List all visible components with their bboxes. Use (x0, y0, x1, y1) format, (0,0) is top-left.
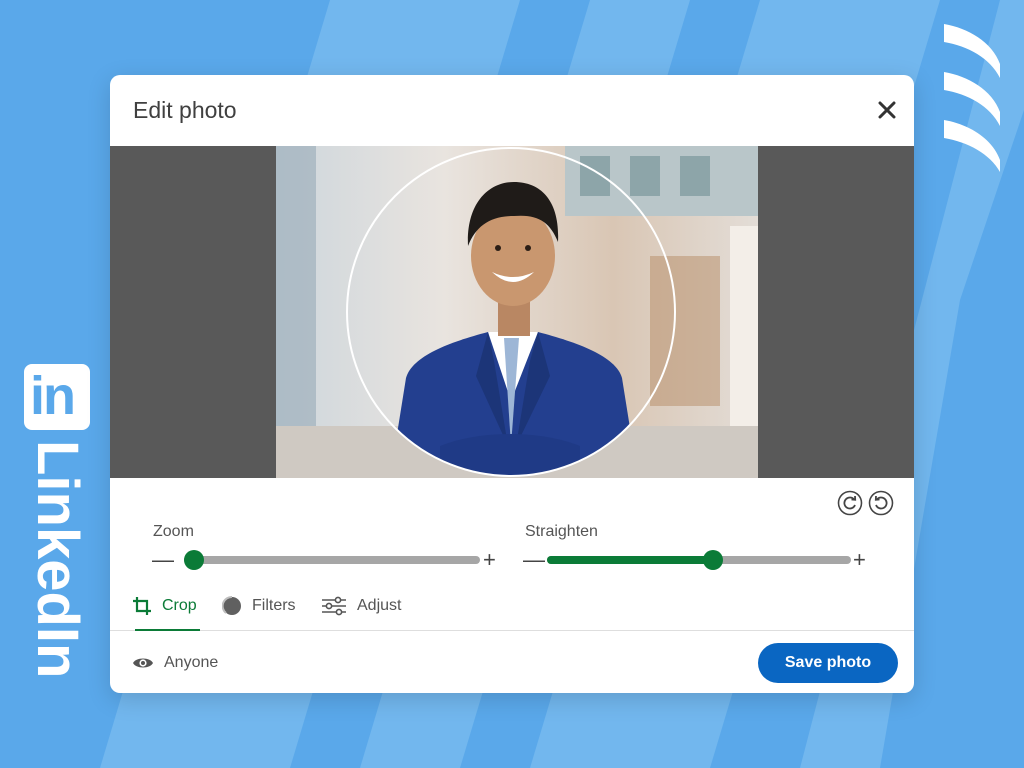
edit-photo-dialog: Edit photo Zoom — + Straighten — + Crop … (110, 75, 914, 693)
straighten-slider[interactable] (547, 547, 851, 571)
filters-icon (222, 596, 242, 616)
straighten-minus-button[interactable]: — (523, 549, 545, 571)
tabs-divider (110, 630, 914, 631)
tab-adjust-label: Adjust (357, 597, 402, 614)
dialog-title: Edit photo (133, 97, 237, 123)
visibility-label: Anyone (164, 654, 219, 671)
tab-filters-label: Filters (252, 597, 296, 614)
tab-filters[interactable]: Filters (222, 589, 296, 623)
linkedin-wordmark: LinkedIn (25, 440, 90, 679)
zoom-minus-button[interactable]: — (152, 549, 174, 571)
zoom-label: Zoom (153, 523, 194, 540)
zoom-slider-track (184, 556, 480, 564)
straighten-slider-thumb[interactable] (703, 550, 724, 570)
tab-crop-label: Crop (162, 597, 197, 614)
tab-crop-underline (135, 629, 200, 631)
straighten-label: Straighten (525, 523, 598, 540)
photo-crop-area[interactable] (110, 146, 914, 478)
dialog-header: Edit photo (110, 75, 914, 146)
eye-icon (132, 655, 154, 671)
straighten-plus-button[interactable]: + (853, 549, 866, 571)
adjust-sliders-icon (321, 596, 347, 616)
linkedin-logo-box: in (24, 364, 90, 430)
close-icon[interactable] (874, 97, 900, 123)
zoom-slider-thumb[interactable] (184, 550, 204, 570)
linkedin-logo: in LinkedIn (24, 364, 90, 678)
zoom-plus-button[interactable]: + (483, 549, 496, 571)
rotate-clockwise-icon[interactable] (837, 490, 863, 516)
profile-photo (110, 146, 914, 478)
linkedin-logo-box-text: in (30, 366, 76, 426)
zoom-slider[interactable] (184, 547, 480, 571)
tab-adjust[interactable]: Adjust (321, 589, 401, 623)
brand-stripes-mark (944, 24, 1000, 172)
straighten-slider-fill (547, 556, 714, 564)
crop-icon (132, 596, 152, 616)
visibility-selector[interactable]: Anyone (132, 651, 218, 675)
tab-crop[interactable]: Crop (132, 589, 197, 623)
save-photo-button[interactable]: Save photo (758, 643, 898, 683)
rotate-counterclockwise-icon[interactable] (868, 490, 894, 516)
